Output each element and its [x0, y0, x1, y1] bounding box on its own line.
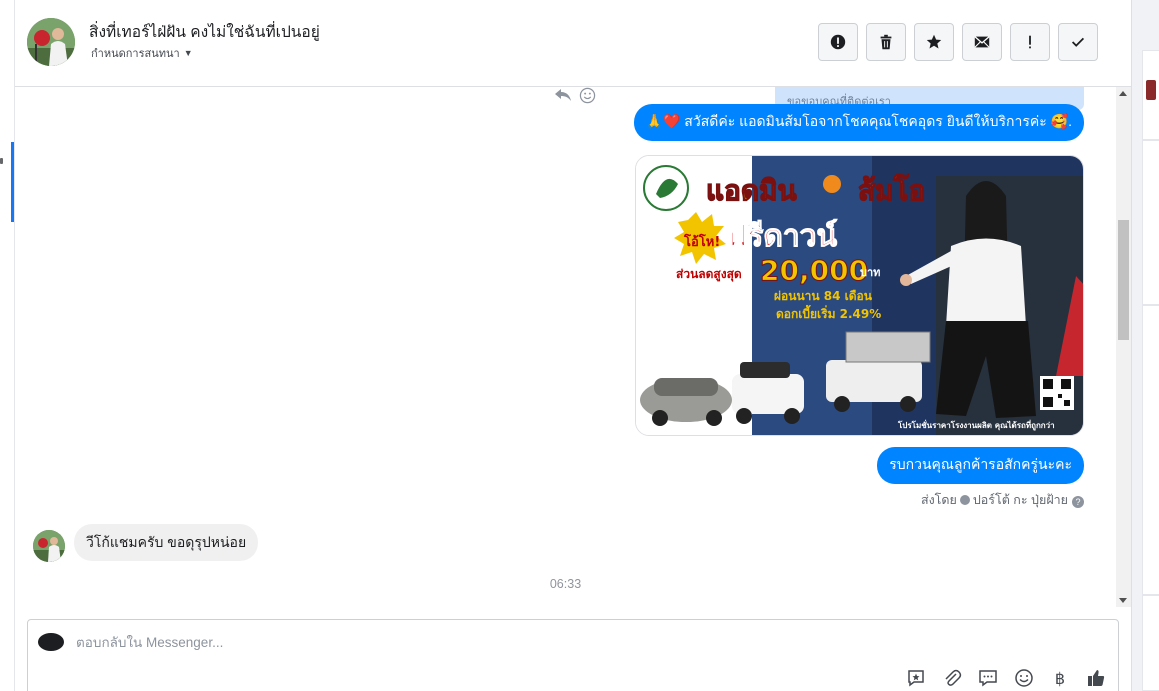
delete-button[interactable] — [866, 23, 906, 61]
verified-icon — [959, 495, 970, 505]
outgoing-message[interactable]: รบกวนคุณลูกค้ารอสักครู่นะคะ — [877, 447, 1084, 484]
promo-discount-unit: บาท — [860, 266, 880, 279]
nav-marker — [0, 158, 3, 164]
right-card-image — [1146, 80, 1156, 100]
chat-scrollbar[interactable] — [1116, 87, 1131, 607]
sender-name[interactable]: ปอร์โต้ กะ ปุ่ยฝ้าย — [973, 493, 1068, 507]
scrollbar-thumb[interactable] — [1118, 220, 1129, 340]
conversation-settings-label: กำหนดการสนทนา — [91, 48, 180, 60]
avatar[interactable] — [27, 18, 75, 66]
reply-composer: ฿ — [27, 619, 1119, 691]
envelope-icon — [974, 36, 990, 48]
scroll-down-icon[interactable] — [1119, 598, 1127, 603]
reply-icon[interactable] — [554, 87, 572, 103]
thumbs-up-icon — [1088, 670, 1105, 686]
page-title: สิ่งที่เทอร์ไฝ่ฝัน คงไม่ใช่ฉันที่เปนอยู่ — [89, 24, 320, 41]
star-button[interactable] — [914, 23, 954, 61]
scroll-up-icon[interactable] — [1119, 91, 1127, 96]
page-logo-icon — [38, 633, 64, 651]
mark-done-button[interactable] — [1058, 23, 1098, 61]
incoming-message[interactable]: วีโก้แชมครับ ขอดุรุปหน่อย — [74, 524, 259, 561]
outgoing-message[interactable]: 🙏❤️ สวัสดีค่ะ แอดมินส้มโอจากโชคคุณโชคอุด… — [633, 104, 1084, 141]
promo-installment: ผ่อนนาน 84 เดือน — [774, 289, 873, 303]
follow-up-button[interactable] — [1010, 23, 1050, 61]
caret-down-icon: ▼ — [183, 48, 193, 58]
smile-icon — [1015, 669, 1033, 687]
quick-reply-button[interactable] — [977, 667, 999, 689]
left-nav-strip — [0, 0, 15, 691]
star-icon — [926, 34, 942, 49]
spam-icon — [830, 34, 846, 50]
reply-input[interactable] — [76, 632, 676, 652]
emoji-button[interactable] — [1013, 667, 1035, 689]
promo-headline: แอดมิน — [706, 174, 797, 207]
promo-badge: โอ้โห! — [683, 233, 720, 250]
like-button[interactable] — [1085, 667, 1107, 689]
trash-icon — [880, 34, 892, 50]
right-card — [1142, 305, 1159, 595]
right-card — [1142, 595, 1159, 691]
promo-discount-value: 20,000 — [760, 254, 868, 287]
payment-button[interactable]: ฿ — [1049, 667, 1071, 689]
right-card — [1142, 140, 1159, 305]
mark-unread-button[interactable] — [962, 23, 1002, 61]
message-thread[interactable]: ขอขอบคุณที่ติดต่อเรา 🙏❤️ สวัสดีค่ะ แอดมิ… — [15, 87, 1116, 607]
promo-offer: ฟรีดาวน์ — [726, 219, 838, 254]
paperclip-icon — [945, 669, 962, 686]
active-indicator — [11, 142, 14, 222]
promo-interest: ดอกเบี้ยเริ่ม 2.49% — [776, 304, 881, 321]
sent-by-line: ส่งโดย ปอร์โต้ กะ ปุ่ยฝ้าย? — [921, 490, 1084, 510]
exclamation-icon — [1029, 35, 1031, 49]
promo-footer: โปรโมชั่นราคาโรงงานผลิต คุณได้รถที่ถูกกว… — [897, 419, 1055, 431]
check-icon — [1071, 37, 1085, 47]
help-icon[interactable]: ? — [1072, 496, 1084, 508]
messenger-inbox: สิ่งที่เทอร์ไฝ่ฝัน คงไม่ใช่ฉันที่เปนอยู่… — [0, 0, 1159, 691]
right-panel — [1131, 0, 1159, 691]
react-smile-icon[interactable] — [579, 87, 596, 104]
attach-button[interactable] — [941, 667, 963, 689]
promo-discount-label: ส่วนลดสูงสุด — [676, 267, 742, 282]
conversation-settings-link[interactable]: กำหนดการสนทนา ▼ — [91, 44, 193, 62]
promo-headline-2: ส้มโอ — [858, 173, 925, 207]
promo-graphic: แอดมิน ส้มโอ โอ้โห! ฟรีดาวน์ ส่วนลดสูงสุ… — [636, 156, 1083, 435]
saved-reply-icon — [908, 670, 924, 687]
message-timestamp: 06:33 — [549, 577, 582, 591]
saved-replies-button[interactable] — [905, 667, 927, 689]
baht-icon: ฿ — [1054, 668, 1066, 688]
chat-bubble-icon — [979, 670, 997, 687]
conversation-header: สิ่งที่เทอร์ไฝ่ฝัน คงไม่ใช่ฉันที่เปนอยู่… — [15, 0, 1131, 87]
promo-image[interactable]: แอดมิน ส้มโอ โอ้โห! ฟรีดาวน์ ส่วนลดสูงสุ… — [635, 155, 1084, 436]
sent-by-label: ส่งโดย — [920, 493, 957, 507]
avatar[interactable] — [33, 530, 65, 562]
mark-spam-button[interactable] — [818, 23, 858, 61]
